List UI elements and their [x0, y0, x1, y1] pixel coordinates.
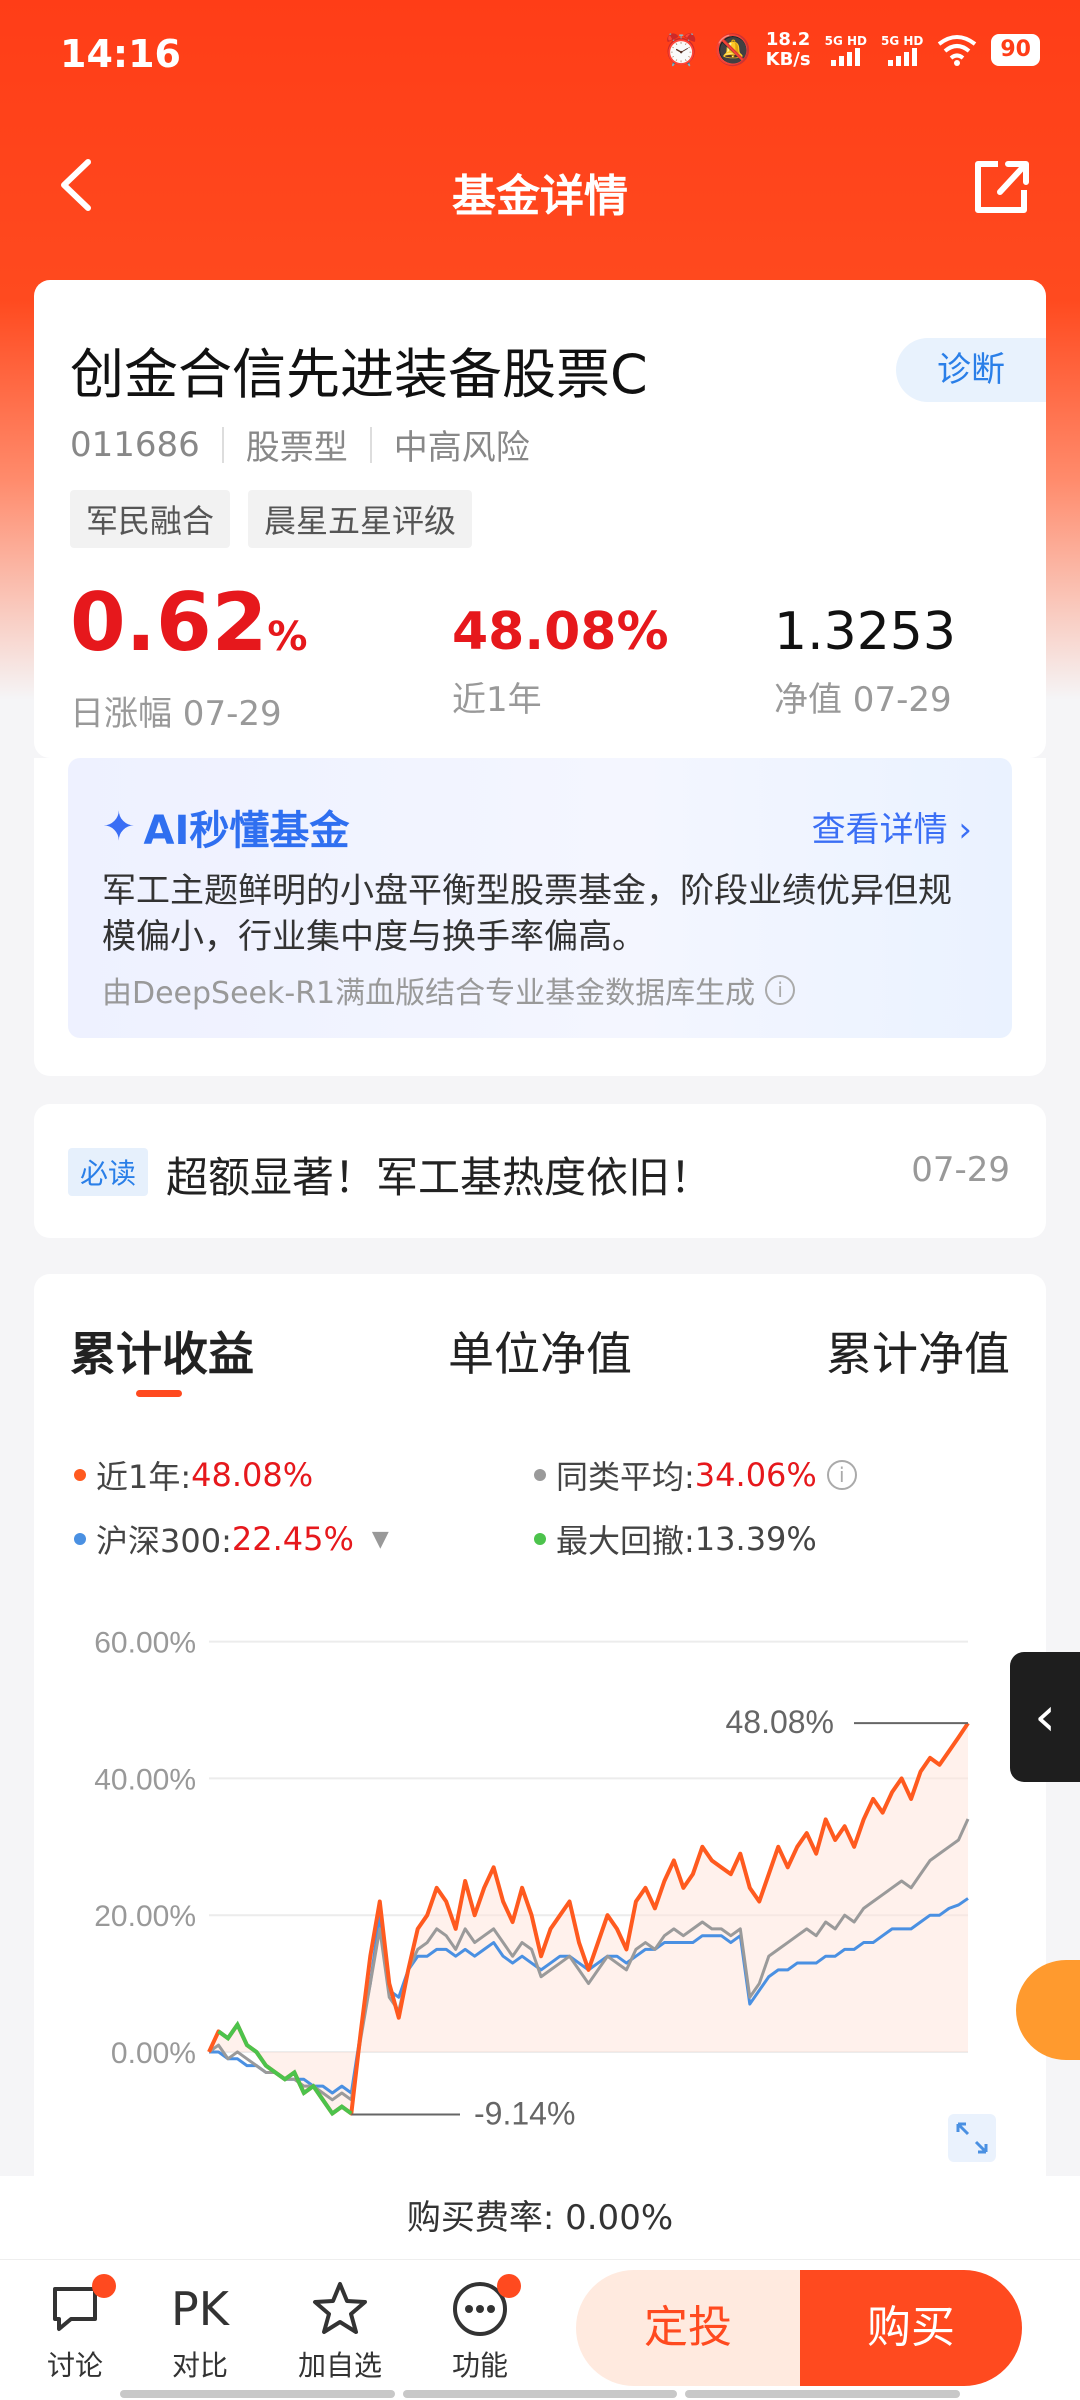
fund-tags: 军民融合 晨星五星评级	[70, 490, 473, 548]
purchase-fee: 购买费率: 0.00%	[0, 2176, 1080, 2260]
buy-button[interactable]: 购买	[800, 2270, 1022, 2386]
fund-type: 股票型	[245, 428, 348, 468]
nav-bar: 基金详情	[0, 120, 1080, 250]
daily-change-label: 日涨幅 07-29	[70, 694, 282, 734]
fund-code: 011686	[70, 424, 200, 465]
divider	[221, 426, 224, 463]
alarm-icon: ⏰	[662, 32, 701, 68]
function-button[interactable]: 功能	[425, 2274, 535, 2384]
signal-1-label: 5G HD	[824, 34, 867, 48]
chevron-right-icon: ›	[958, 810, 972, 850]
ai-title: ✦ AI秒懂基金	[102, 798, 349, 856]
ai-source: 由DeepSeek-R1满血版结合专业基金数据库生成 i	[102, 968, 796, 1012]
status-icons: ⏰ 🔕 18.2 KB/s 5G HD 5G HD 90	[663, 30, 1040, 70]
must-read-tag: 必读	[68, 1148, 149, 1196]
discuss-button[interactable]: 讨论	[20, 2274, 130, 2384]
side-panel-toggle[interactable]: ‹	[1010, 1652, 1080, 1782]
add-watchlist-label: 加自选	[297, 2349, 382, 2382]
ai-title-text: AI秒懂基金	[143, 808, 350, 854]
mute-icon: 🔕	[714, 32, 752, 68]
ai-summary-card[interactable]: ✦ AI秒懂基金 查看详情 › 军工主题鲜明的小盘平衡型股票基金，阶段业绩优异但…	[68, 758, 1012, 1038]
more-icon-wrap	[425, 2274, 535, 2344]
fund-area-fill	[209, 1723, 968, 2114]
news-card[interactable]: 必读 超额显著！军工基热度依旧！ 07-29	[34, 1104, 1046, 1238]
fund-tag[interactable]: 军民融合	[70, 490, 231, 548]
y-tick-label: 40.00%	[94, 1763, 196, 1796]
pk-icon: PK	[171, 2282, 229, 2336]
nav-stat: 1.3253 净值 07-29	[774, 598, 956, 721]
y-tick-label: 60.00%	[94, 1627, 196, 1660]
divider	[369, 426, 372, 463]
fund-tag[interactable]: 晨星五星评级	[248, 490, 473, 548]
info-icon[interactable]: i	[765, 975, 796, 1005]
daily-change-value: 0.62%	[70, 576, 308, 669]
wifi-icon	[938, 35, 977, 66]
net-speed-unit: KB/s	[765, 49, 811, 70]
signal-bars-icon	[887, 48, 917, 66]
net-speed: 18.2 KB/s	[766, 30, 811, 70]
fund-meta: 011686 股票型 中高风险	[70, 420, 530, 469]
compare-label: 对比	[171, 2349, 228, 2382]
nav-label: 净值 07-29	[774, 680, 952, 720]
fund-name: 创金合信先进装备股票C	[70, 343, 648, 406]
ai-more-link[interactable]: 查看详情 ›	[812, 802, 972, 851]
signal-2-label: 5G HD	[880, 34, 924, 48]
y-tick-label: 0.00%	[111, 2037, 196, 2070]
bottom-action-bar: 讨论 PK 对比 加自选 功能 定投 购买	[0, 2260, 1080, 2400]
min-annotation-label: -9.14%	[474, 2095, 575, 2131]
news-date: 07-29	[911, 1150, 1010, 1190]
ai-summary-text: 军工主题鲜明的小盘平衡型股票基金，阶段业绩优异但规模偏小，行业集中度与换手率偏高…	[102, 871, 952, 957]
year-return-stat: 48.08% 近1年	[452, 598, 669, 721]
star-icon-wrap	[285, 2274, 395, 2344]
chevron-left-icon: ‹	[1034, 1685, 1056, 1748]
discuss-label: 讨论	[46, 2349, 103, 2382]
signal-2: 5G HD	[881, 34, 923, 66]
function-label: 功能	[451, 2349, 508, 2382]
year-return-value: 48.08%	[452, 602, 669, 662]
status-bar: 14:16 ⏰ 🔕 18.2 KB/s 5G HD 5G HD 90	[0, 0, 1080, 110]
discuss-icon-wrap	[20, 2274, 130, 2344]
sparkle-icon: ✦	[102, 804, 136, 850]
fund-risk: 中高风险	[393, 428, 530, 468]
status-time: 14:16	[60, 32, 181, 76]
share-icon[interactable]	[970, 150, 1030, 220]
notification-badge	[497, 2274, 521, 2298]
daily-change-stat: 0.62% 日涨幅 07-29	[70, 580, 307, 735]
expand-icon[interactable]	[948, 2114, 996, 2162]
compare-button[interactable]: PK 对比	[145, 2274, 255, 2384]
signal-bars-icon	[831, 48, 861, 66]
home-indicator	[120, 2390, 961, 2398]
performance-chart-card: 累计收益 单位净值 累计净值 近1年: 48.08% 同类平均: 34.06% i …	[34, 1274, 1046, 2274]
notification-badge	[92, 2274, 116, 2298]
add-watchlist-button[interactable]: 加自选	[285, 2274, 395, 2384]
ai-source-text: 由DeepSeek-R1满血版结合专业基金数据库生成	[102, 976, 756, 1011]
battery-icon: 90	[991, 34, 1040, 66]
y-tick-label: 20.00%	[94, 1900, 196, 1933]
news-title: 超额显著！军工基热度依旧！	[166, 1153, 713, 1202]
auto-invest-button[interactable]: 定投	[576, 2270, 800, 2386]
performance-chart[interactable]: 60.00% 40.00% 20.00% 0.00% 48.08% -9.14%	[34, 1274, 1046, 2174]
fund-header-card: 创金合信先进装备股票C 诊断 011686 股票型 中高风险 军民融合 晨星五星…	[34, 280, 1046, 758]
star-icon	[313, 2282, 367, 2334]
ai-summary-section: ✦ AI秒懂基金 查看详情 › 军工主题鲜明的小盘平衡型股票基金，阶段业绩优异但…	[34, 758, 1046, 1076]
trade-buttons: 定投 购买	[576, 2270, 1022, 2386]
page-title: 基金详情	[452, 171, 628, 222]
max-annotation-label: 48.08%	[725, 1704, 834, 1740]
nav-value: 1.3253	[774, 602, 956, 662]
net-speed-value: 18.2	[765, 29, 811, 50]
signal-1: 5G HD	[825, 34, 867, 66]
year-return-label: 近1年	[452, 680, 542, 720]
diagnose-button[interactable]: 诊断	[896, 338, 1046, 402]
